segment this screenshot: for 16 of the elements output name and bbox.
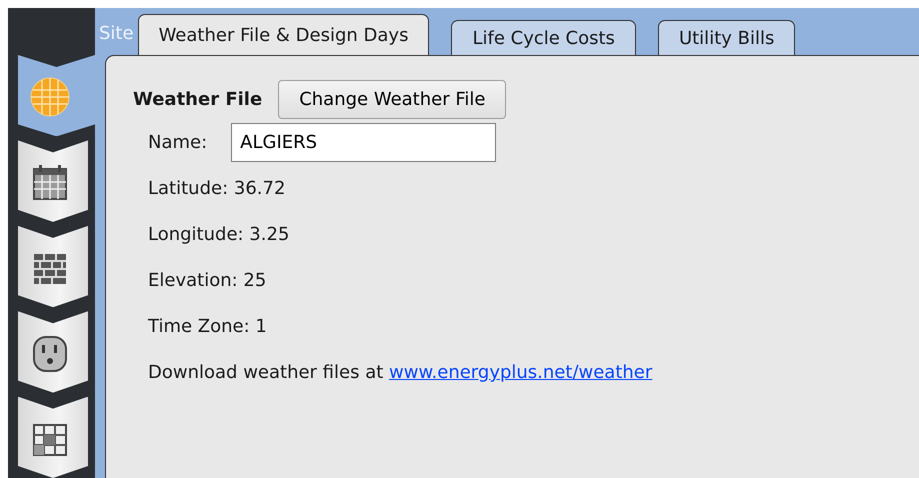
change-weather-file-button[interactable]: Change Weather File (278, 80, 506, 119)
section-label: Site (99, 22, 135, 46)
download-text: Download weather files at www.energyplus.net/weather (148, 361, 654, 385)
info-text: Elevation: 25 (148, 269, 268, 293)
info-text: Longitude: 3.25 (148, 223, 290, 247)
section-title: Weather File (133, 88, 262, 112)
info-text: Time Zone: 1 (148, 315, 268, 339)
tab[interactable]: Weather File & Design Days (138, 14, 430, 55)
info-text: Latitude: 36.72 (148, 177, 286, 201)
name-field[interactable]: ALGIERS (231, 123, 496, 162)
globe-icon (28, 75, 72, 120)
download-link[interactable]: www.energyplus.net/weather (389, 362, 652, 383)
sidebar-item[interactable] (18, 396, 88, 478)
name-label: Name: (148, 131, 208, 155)
tab[interactable]: Life Cycle Costs (451, 20, 636, 55)
tab[interactable]: Utility Bills (658, 20, 796, 55)
